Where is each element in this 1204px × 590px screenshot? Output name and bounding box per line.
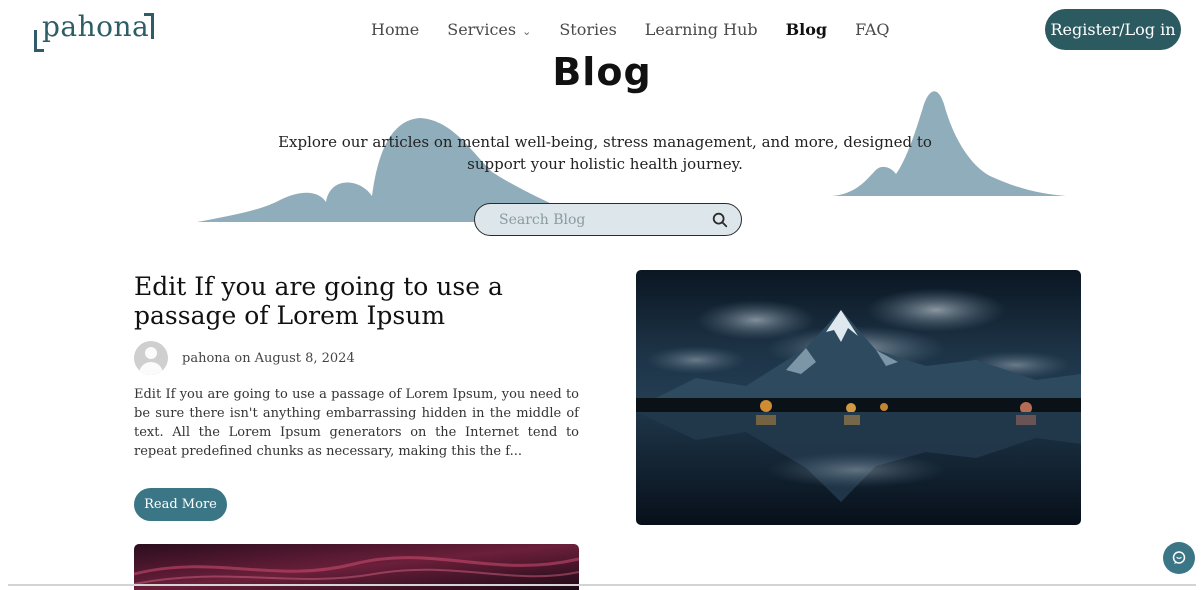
logo-bracket-right — [144, 13, 154, 39]
avatar-body — [139, 362, 163, 375]
page-title: Blog — [552, 50, 652, 94]
avatar-head — [145, 347, 157, 359]
post-excerpt: Edit If you are going to use a passage o… — [134, 387, 579, 459]
nav-item-blog[interactable]: Blog — [786, 20, 827, 39]
nav-item-services-label: Services — [447, 20, 517, 39]
nav-item-learning-hub[interactable]: Learning Hub — [645, 20, 758, 39]
page-bottom-divider — [8, 584, 1196, 586]
main-nav: Home Services ⌄ Stories Learning Hub Blog… — [371, 20, 918, 39]
search-input[interactable] — [499, 211, 711, 228]
mountain-lake-illustration — [636, 270, 1081, 525]
logo-text: pahona — [42, 10, 150, 43]
read-more-button[interactable]: Read More — [134, 488, 227, 521]
post-meta: pahona on August 8, 2024 — [134, 341, 355, 375]
page: pahona Home Services ⌄ Stories Learning H… — [0, 0, 1204, 590]
nav-item-stories[interactable]: Stories — [559, 20, 616, 39]
chat-bubble-icon — [1172, 551, 1186, 564]
avatar — [134, 341, 168, 375]
nav-item-services[interactable]: Services ⌄ — [447, 20, 531, 39]
post-date-prefix: on — [234, 350, 251, 366]
page-subtitle: Explore our articles on mental well-bein… — [278, 133, 932, 173]
chat-button[interactable] — [1163, 542, 1195, 574]
search-bar — [474, 203, 742, 236]
logo[interactable]: pahona — [34, 10, 156, 54]
post-author[interactable]: pahona — [182, 351, 230, 366]
post-title[interactable]: Edit If you are going to use a passage o… — [134, 272, 574, 330]
search-icon[interactable] — [711, 211, 729, 229]
register-login-button[interactable]: Register/Log in — [1045, 9, 1181, 50]
nav-item-faq[interactable]: FAQ — [855, 20, 889, 39]
chevron-down-icon: ⌄ — [522, 25, 532, 38]
nav-item-home[interactable]: Home — [371, 20, 419, 39]
post-date: August 8, 2024 — [254, 350, 355, 366]
post-featured-image[interactable] — [636, 270, 1081, 525]
